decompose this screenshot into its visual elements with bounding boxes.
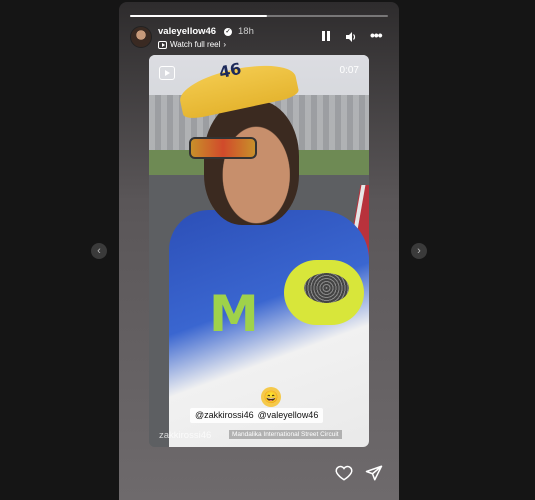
- grinning-emoji-icon: 😄: [261, 387, 281, 407]
- mention-tag[interactable]: @zakkirossi46: [195, 408, 254, 423]
- mention-stickers[interactable]: @zakkirossi46 @valeyellow46: [190, 408, 324, 423]
- watch-full-reel-label: Watch full reel: [170, 40, 221, 49]
- post-time: 18h: [238, 26, 254, 37]
- like-button[interactable]: [335, 464, 353, 482]
- next-story-button[interactable]: ›: [411, 243, 427, 259]
- send-icon: [365, 465, 383, 481]
- previous-story-button[interactable]: ‹: [91, 243, 107, 259]
- rider-face: [204, 100, 299, 225]
- playback-controls: •••: [320, 28, 386, 42]
- verified-badge-icon: ✓: [224, 28, 232, 36]
- story-footer: [119, 450, 399, 500]
- volume-button[interactable]: [345, 30, 357, 42]
- watch-full-reel-link[interactable]: Watch full reel ›: [158, 39, 226, 50]
- username[interactable]: valeyellow46: [158, 26, 216, 38]
- mention-tag[interactable]: @valeyellow46: [258, 408, 319, 423]
- avatar[interactable]: [130, 26, 152, 48]
- location-sticker[interactable]: Mandalika International Street Circuit: [229, 430, 342, 439]
- sunglasses: [189, 137, 257, 159]
- video-duration: 0:07: [339, 65, 359, 76]
- story-progress-fill: [130, 15, 267, 17]
- story-progress-bar: [130, 15, 388, 17]
- shoulder-vent: [304, 273, 349, 303]
- story-card: valeyellow46 ✓ 18h Watch full reel › •••: [119, 2, 399, 500]
- chevron-right-icon: ›: [223, 40, 227, 49]
- watermark: zakkirossi46: [159, 430, 212, 441]
- story-media[interactable]: M 46 0:07 😄 @zakkirossi46 @valeyellow46 …: [149, 55, 369, 447]
- share-button[interactable]: [365, 464, 383, 482]
- story-viewer: ‹ › valeyellow46 ✓ 18h Watch full reel ›: [0, 0, 535, 500]
- reel-badge-icon: [159, 66, 175, 80]
- reel-icon: [158, 40, 167, 49]
- more-options-button[interactable]: •••: [370, 28, 386, 42]
- pause-button[interactable]: [320, 30, 332, 42]
- sponsor-logo: M: [209, 285, 259, 343]
- heart-icon: [335, 465, 353, 481]
- story-header: valeyellow46 ✓ 18h Watch full reel › •••: [130, 26, 388, 54]
- speaker-icon: [346, 32, 356, 42]
